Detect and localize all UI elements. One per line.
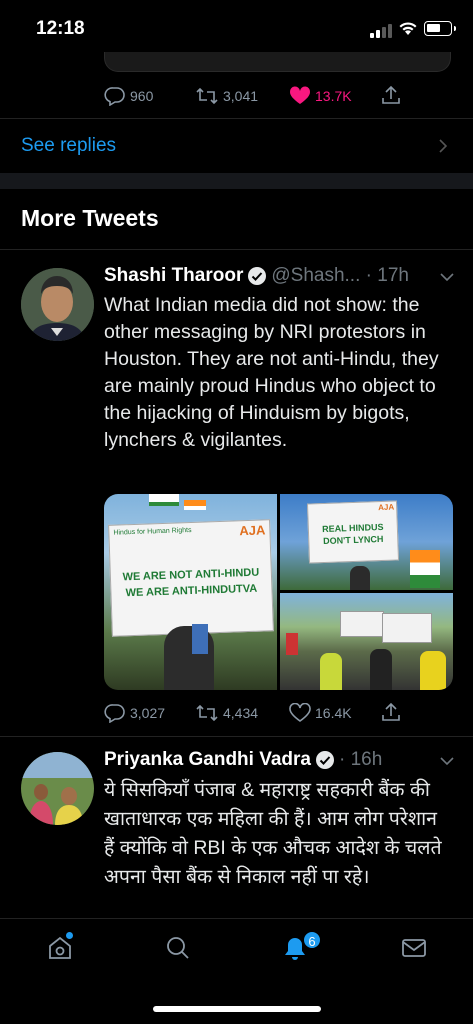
- reply-button[interactable]: 3,027: [104, 703, 165, 723]
- like-button[interactable]: 16.4K: [289, 703, 352, 723]
- retweet-count: 3,041: [223, 88, 259, 104]
- chevron-right-icon[interactable]: [438, 138, 448, 154]
- retweet-icon: [196, 704, 218, 722]
- verified-badge-icon: [315, 751, 334, 769]
- battery-icon: [424, 21, 456, 36]
- retweet-icon: [196, 87, 218, 105]
- tweet-time: 16h: [350, 749, 383, 770]
- sign-line-2: DON'T LYNCH: [322, 533, 384, 547]
- tweet-text: What Indian media did not show: the othe…: [104, 294, 439, 451]
- sign-org-label: Hindus for Human Rights: [113, 526, 192, 537]
- tweet-header: Shashi Tharoor @Shash... · 17h: [104, 265, 409, 287]
- protest-sign: AJA REAL HINDUS DON'T LYNCH: [306, 500, 400, 564]
- tweet-time: 17h: [377, 265, 409, 286]
- sign-line-2: WE ARE ANTI-HINDUTVA: [125, 582, 258, 600]
- reply-count: 3,027: [130, 705, 166, 721]
- status-time: 12:18: [36, 18, 85, 39]
- status-bar: 12:18: [0, 0, 473, 58]
- home-indicator[interactable]: [153, 1006, 321, 1012]
- photo-real-hindus-sign[interactable]: AJA REAL HINDUS DON'T LYNCH: [280, 494, 453, 590]
- notification-badge: 6: [302, 930, 322, 950]
- section-separator: [0, 173, 473, 189]
- reply-icon: [104, 704, 125, 723]
- divider: [0, 736, 473, 737]
- aja-logo: AJA: [239, 522, 266, 539]
- chevron-down-icon[interactable]: [439, 756, 455, 766]
- verified-badge-icon: [248, 267, 267, 285]
- author-name[interactable]: Shashi Tharoor: [104, 265, 243, 287]
- reply-icon: [104, 87, 125, 106]
- avatar[interactable]: [21, 752, 94, 825]
- retweet-button[interactable]: 3,041: [195, 86, 258, 106]
- wifi-icon: [399, 22, 417, 35]
- protest-sign: Hindus for Human Rights AJA WE ARE NOT A…: [108, 519, 274, 637]
- reply-count: 960: [130, 88, 154, 104]
- share-icon[interactable]: [380, 701, 402, 723]
- cellular-signal-icon: [370, 24, 392, 38]
- chevron-down-icon[interactable]: [439, 272, 455, 282]
- tweet-media-grid[interactable]: Hindus for Human Rights AJA WE ARE NOT A…: [104, 494, 453, 690]
- aja-logo: AJA: [377, 502, 395, 513]
- photo-protest-sign[interactable]: Hindus for Human Rights AJA WE ARE NOT A…: [104, 494, 277, 690]
- search-icon[interactable]: [165, 935, 191, 961]
- sign-line-1: WE ARE NOT ANTI-HINDU: [122, 566, 260, 584]
- new-content-dot: [66, 932, 73, 939]
- retweet-count: 4,434: [223, 705, 259, 721]
- author-handle[interactable]: @Shash...: [271, 265, 360, 287]
- like-button[interactable]: 13.7K: [289, 86, 352, 106]
- retweet-button[interactable]: 4,434: [195, 703, 258, 723]
- sign-line-1: REAL HINDUS: [322, 521, 384, 535]
- tweet-text: ये सिसकियाँ पंजाब & महाराष्ट्र सहकारी बै…: [104, 779, 442, 888]
- avatar[interactable]: [21, 268, 94, 341]
- author-name[interactable]: Priyanka Gandhi Vadra: [104, 749, 311, 771]
- see-replies-link[interactable]: See replies: [21, 135, 116, 157]
- like-count: 16.4K: [315, 705, 352, 721]
- messages-envelope-icon[interactable]: [401, 935, 427, 961]
- heart-icon: [289, 703, 311, 722]
- section-title: More Tweets: [21, 205, 159, 231]
- like-count: 13.7K: [315, 88, 352, 104]
- previous-tweet-media[interactable]: [104, 52, 451, 72]
- photo-crowd[interactable]: [280, 593, 453, 690]
- tweet-header: Priyanka Gandhi Vadra · 16h: [104, 749, 383, 771]
- reply-button[interactable]: 960: [104, 86, 153, 106]
- divider: [0, 249, 473, 250]
- divider: [0, 118, 473, 119]
- heart-filled-icon: [289, 86, 311, 104]
- share-icon[interactable]: [380, 84, 402, 106]
